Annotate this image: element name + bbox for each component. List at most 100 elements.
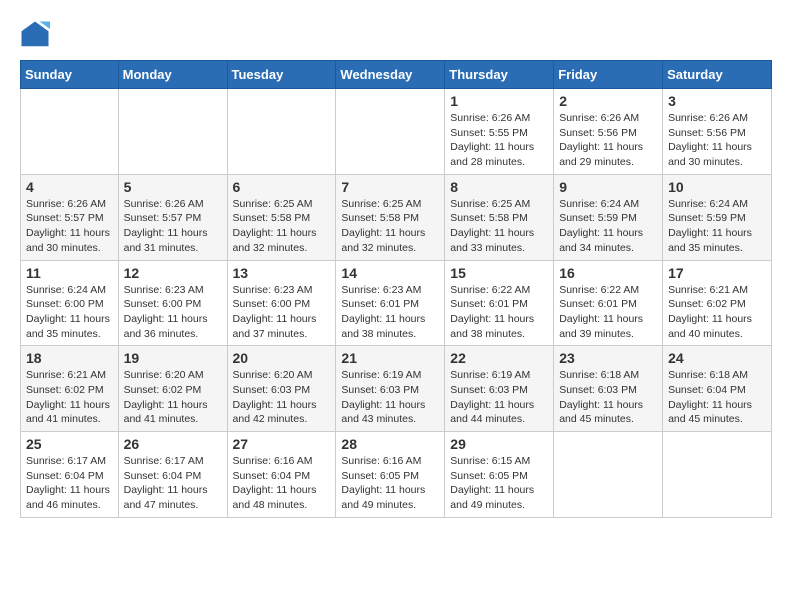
day-info: Sunrise: 6:22 AM Sunset: 6:01 PM Dayligh… — [450, 283, 548, 342]
day-info: Sunrise: 6:16 AM Sunset: 6:04 PM Dayligh… — [233, 454, 331, 513]
day-number: 16 — [559, 265, 657, 281]
day-number: 14 — [341, 265, 439, 281]
calendar-body: 1 Sunrise: 6:26 AM Sunset: 5:55 PM Daylig… — [21, 89, 772, 518]
day-number: 6 — [233, 179, 331, 195]
day-info: Sunrise: 6:23 AM Sunset: 6:01 PM Dayligh… — [341, 283, 439, 342]
calendar-cell — [554, 432, 663, 518]
day-number: 1 — [450, 93, 548, 109]
day-number: 15 — [450, 265, 548, 281]
day-info: Sunrise: 6:21 AM Sunset: 6:02 PM Dayligh… — [668, 283, 766, 342]
day-number: 19 — [124, 350, 222, 366]
calendar-cell — [21, 89, 119, 175]
day-number: 10 — [668, 179, 766, 195]
day-info: Sunrise: 6:22 AM Sunset: 6:01 PM Dayligh… — [559, 283, 657, 342]
day-number: 20 — [233, 350, 331, 366]
calendar-table: SundayMondayTuesdayWednesdayThursdayFrid… — [20, 60, 772, 518]
calendar-cell: 6 Sunrise: 6:25 AM Sunset: 5:58 PM Daylig… — [227, 174, 336, 260]
calendar-cell: 19 Sunrise: 6:20 AM Sunset: 6:02 PM Dayli… — [118, 346, 227, 432]
day-number: 17 — [668, 265, 766, 281]
calendar-cell: 5 Sunrise: 6:26 AM Sunset: 5:57 PM Daylig… — [118, 174, 227, 260]
calendar-cell: 10 Sunrise: 6:24 AM Sunset: 5:59 PM Dayli… — [663, 174, 772, 260]
calendar-cell — [336, 89, 445, 175]
day-info: Sunrise: 6:19 AM Sunset: 6:03 PM Dayligh… — [450, 368, 548, 427]
day-info: Sunrise: 6:26 AM Sunset: 5:55 PM Dayligh… — [450, 111, 548, 170]
header-cell-sunday: Sunday — [21, 61, 119, 89]
day-number: 3 — [668, 93, 766, 109]
page-header — [20, 20, 772, 50]
calendar-cell: 8 Sunrise: 6:25 AM Sunset: 5:58 PM Daylig… — [445, 174, 554, 260]
calendar-cell: 23 Sunrise: 6:18 AM Sunset: 6:03 PM Dayli… — [554, 346, 663, 432]
calendar-cell: 3 Sunrise: 6:26 AM Sunset: 5:56 PM Daylig… — [663, 89, 772, 175]
day-info: Sunrise: 6:26 AM Sunset: 5:57 PM Dayligh… — [26, 197, 113, 256]
header-cell-saturday: Saturday — [663, 61, 772, 89]
calendar-cell: 18 Sunrise: 6:21 AM Sunset: 6:02 PM Dayli… — [21, 346, 119, 432]
day-info: Sunrise: 6:20 AM Sunset: 6:02 PM Dayligh… — [124, 368, 222, 427]
day-info: Sunrise: 6:23 AM Sunset: 6:00 PM Dayligh… — [124, 283, 222, 342]
calendar-cell: 1 Sunrise: 6:26 AM Sunset: 5:55 PM Daylig… — [445, 89, 554, 175]
day-number: 26 — [124, 436, 222, 452]
calendar-cell: 28 Sunrise: 6:16 AM Sunset: 6:05 PM Dayli… — [336, 432, 445, 518]
calendar-week-5: 25 Sunrise: 6:17 AM Sunset: 6:04 PM Dayli… — [21, 432, 772, 518]
day-number: 13 — [233, 265, 331, 281]
calendar-cell: 24Sunrise: 6:18 AM Sunset: 6:04 PM Dayli… — [663, 346, 772, 432]
calendar-cell: 27 Sunrise: 6:16 AM Sunset: 6:04 PM Dayli… — [227, 432, 336, 518]
day-info: Sunrise: 6:16 AM Sunset: 6:05 PM Dayligh… — [341, 454, 439, 513]
calendar-week-1: 1 Sunrise: 6:26 AM Sunset: 5:55 PM Daylig… — [21, 89, 772, 175]
day-info: Sunrise: 6:25 AM Sunset: 5:58 PM Dayligh… — [341, 197, 439, 256]
day-info: Sunrise: 6:21 AM Sunset: 6:02 PM Dayligh… — [26, 368, 113, 427]
logo-icon — [20, 20, 50, 50]
calendar-cell: 22 Sunrise: 6:19 AM Sunset: 6:03 PM Dayli… — [445, 346, 554, 432]
day-number: 27 — [233, 436, 331, 452]
day-number: 2 — [559, 93, 657, 109]
day-number: 23 — [559, 350, 657, 366]
header-row: SundayMondayTuesdayWednesdayThursdayFrid… — [21, 61, 772, 89]
header-cell-monday: Monday — [118, 61, 227, 89]
calendar-cell: 26 Sunrise: 6:17 AM Sunset: 6:04 PM Dayli… — [118, 432, 227, 518]
calendar-cell: 2 Sunrise: 6:26 AM Sunset: 5:56 PM Daylig… — [554, 89, 663, 175]
day-number: 8 — [450, 179, 548, 195]
day-number: 21 — [341, 350, 439, 366]
header-cell-wednesday: Wednesday — [336, 61, 445, 89]
day-info: Sunrise: 6:26 AM Sunset: 5:56 PM Dayligh… — [559, 111, 657, 170]
day-number: 29 — [450, 436, 548, 452]
day-info: Sunrise: 6:24 AM Sunset: 5:59 PM Dayligh… — [559, 197, 657, 256]
day-number: 4 — [26, 179, 113, 195]
day-number: 18 — [26, 350, 113, 366]
calendar-header: SundayMondayTuesdayWednesdayThursdayFrid… — [21, 61, 772, 89]
day-info: Sunrise: 6:25 AM Sunset: 5:58 PM Dayligh… — [450, 197, 548, 256]
calendar-cell: 13 Sunrise: 6:23 AM Sunset: 6:00 PM Dayli… — [227, 260, 336, 346]
calendar-week-4: 18 Sunrise: 6:21 AM Sunset: 6:02 PM Dayli… — [21, 346, 772, 432]
header-cell-tuesday: Tuesday — [227, 61, 336, 89]
logo — [20, 20, 56, 50]
calendar-cell — [227, 89, 336, 175]
day-number: 7 — [341, 179, 439, 195]
day-info: Sunrise: 6:24 AM Sunset: 6:00 PM Dayligh… — [26, 283, 113, 342]
header-cell-friday: Friday — [554, 61, 663, 89]
day-number: 5 — [124, 179, 222, 195]
calendar-cell — [663, 432, 772, 518]
calendar-cell: 29 Sunrise: 6:15 AM Sunset: 6:05 PM Dayli… — [445, 432, 554, 518]
day-info: Sunrise: 6:15 AM Sunset: 6:05 PM Dayligh… — [450, 454, 548, 513]
calendar-cell: 7 Sunrise: 6:25 AM Sunset: 5:58 PM Daylig… — [336, 174, 445, 260]
header-cell-thursday: Thursday — [445, 61, 554, 89]
day-number: 28 — [341, 436, 439, 452]
calendar-cell: 4 Sunrise: 6:26 AM Sunset: 5:57 PM Daylig… — [21, 174, 119, 260]
day-info: Sunrise: 6:26 AM Sunset: 5:57 PM Dayligh… — [124, 197, 222, 256]
day-info: Sunrise: 6:18 AM Sunset: 6:03 PM Dayligh… — [559, 368, 657, 427]
calendar-cell: 15 Sunrise: 6:22 AM Sunset: 6:01 PM Dayli… — [445, 260, 554, 346]
day-info: Sunrise: 6:26 AM Sunset: 5:56 PM Dayligh… — [668, 111, 766, 170]
calendar-week-3: 11 Sunrise: 6:24 AM Sunset: 6:00 PM Dayli… — [21, 260, 772, 346]
day-info: Sunrise: 6:24 AM Sunset: 5:59 PM Dayligh… — [668, 197, 766, 256]
calendar-cell: 9Sunrise: 6:24 AM Sunset: 5:59 PM Daylig… — [554, 174, 663, 260]
day-number: 22 — [450, 350, 548, 366]
day-info: Sunrise: 6:23 AM Sunset: 6:00 PM Dayligh… — [233, 283, 331, 342]
day-number: 25 — [26, 436, 113, 452]
calendar-cell — [118, 89, 227, 175]
day-number: 11 — [26, 265, 113, 281]
calendar-cell: 17 Sunrise: 6:21 AM Sunset: 6:02 PM Dayli… — [663, 260, 772, 346]
calendar-cell: 25Sunrise: 6:17 AM Sunset: 6:04 PM Dayli… — [21, 432, 119, 518]
day-info: Sunrise: 6:17 AM Sunset: 6:04 PM Dayligh… — [124, 454, 222, 513]
day-info: Sunrise: 6:25 AM Sunset: 5:58 PM Dayligh… — [233, 197, 331, 256]
calendar-cell: 20Sunrise: 6:20 AM Sunset: 6:03 PM Dayli… — [227, 346, 336, 432]
calendar-cell: 11 Sunrise: 6:24 AM Sunset: 6:00 PM Dayli… — [21, 260, 119, 346]
